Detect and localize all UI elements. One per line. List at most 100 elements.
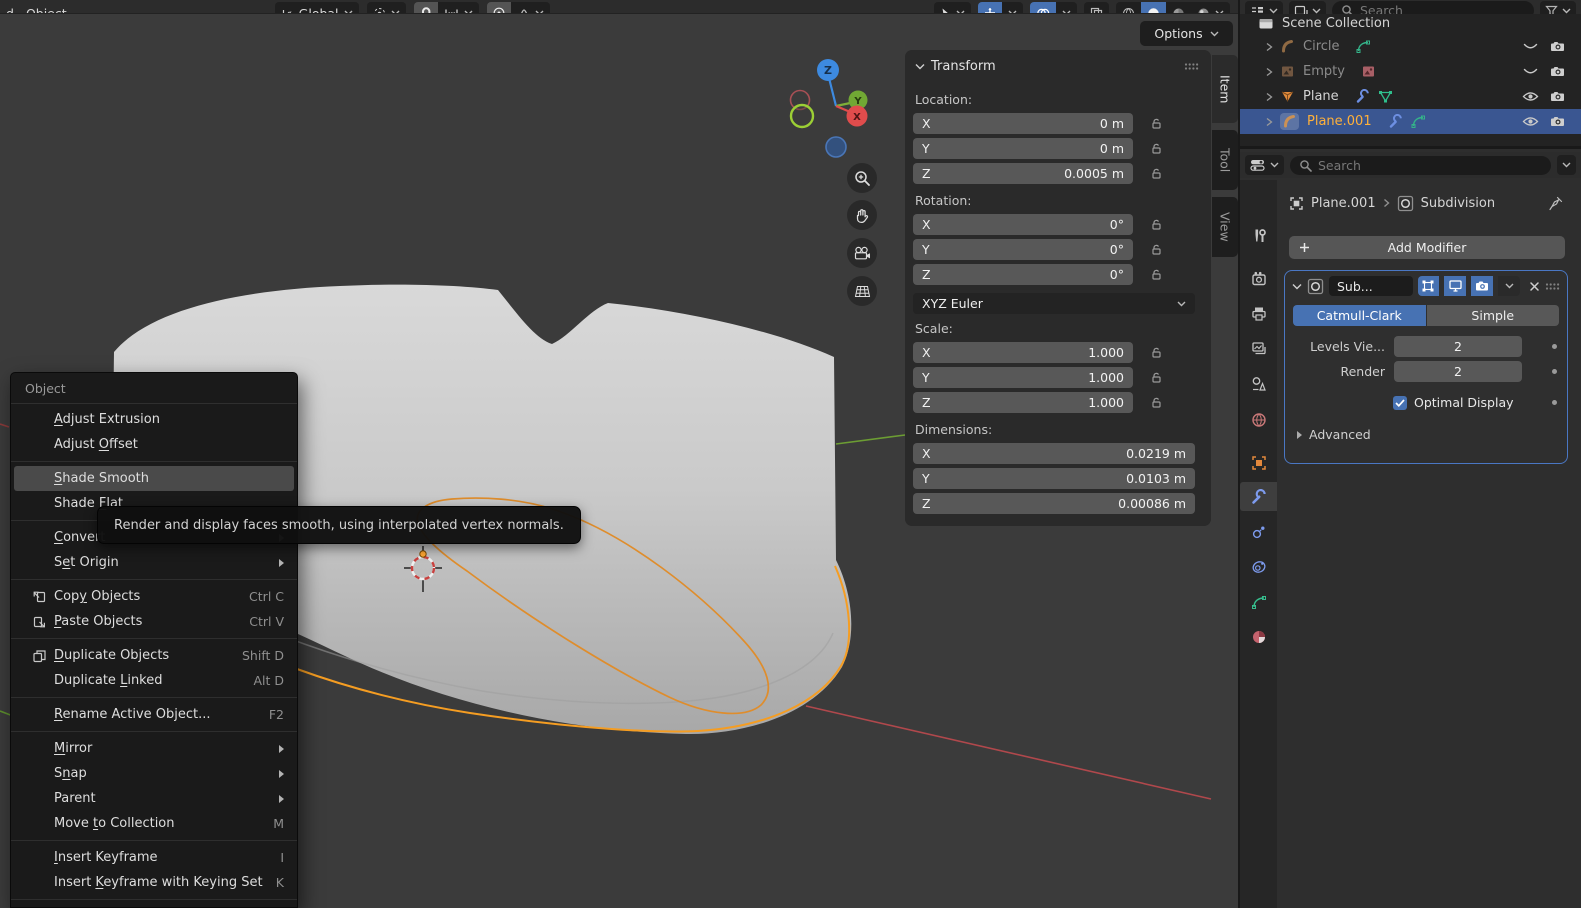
grp-scale-y-field[interactable]: Y1.000 (913, 367, 1133, 388)
falloff-dropdown[interactable] (511, 2, 550, 14)
properties-tab-scene[interactable] (1240, 369, 1277, 398)
menu-item-move-to-collection[interactable]: Move to CollectionM (14, 811, 294, 836)
eye-closed-icon[interactable] (1522, 41, 1539, 52)
sidebar-tab-tool[interactable]: Tool (1212, 130, 1238, 190)
eye-closed-icon[interactable] (1522, 66, 1539, 77)
animate-dot-icon[interactable] (1552, 400, 1557, 405)
grp-dimensions-z-field[interactable]: Z0.00086 m (913, 493, 1195, 514)
modifier-render-toggle[interactable] (1471, 276, 1493, 296)
camera-visibility-icon[interactable] (1550, 115, 1565, 128)
properties-tab-modifiers[interactable] (1240, 482, 1277, 511)
unlock-icon[interactable] (1150, 371, 1163, 384)
menu-item-paste-objects[interactable]: Paste ObjectsCtrl V (14, 609, 294, 634)
animate-dot-icon[interactable] (1552, 369, 1557, 374)
transform-orientation-dropdown[interactable]: Global (275, 2, 359, 14)
grp-rotation-z-field[interactable]: Z0° (913, 264, 1133, 285)
gizmo-neg-y-ball[interactable] (791, 105, 813, 127)
sidebar-tab-view[interactable]: View (1212, 197, 1238, 257)
expand-icon[interactable] (1264, 42, 1274, 52)
camera-visibility-icon[interactable] (1550, 40, 1565, 53)
menu-item-set-origin[interactable]: Set Origin (14, 550, 294, 575)
camera-visibility-icon[interactable] (1550, 65, 1565, 78)
show-gizmo-toggle[interactable] (978, 2, 1002, 14)
breadcrumb-object[interactable]: Plane.001 (1311, 196, 1376, 211)
animate-dot-icon[interactable] (1552, 344, 1557, 349)
navigation-gizmo[interactable]: Z Y X (778, 44, 898, 164)
menu-item-duplicate-linked[interactable]: Duplicate LinkedAlt D (14, 668, 294, 693)
grp-location-x-field[interactable]: X0 m (913, 113, 1133, 134)
properties-tab-tool[interactable] (1240, 221, 1277, 250)
properties-tab-material[interactable] (1240, 622, 1277, 651)
menu-item-rename-active-object[interactable]: Rename Active Object...F2 (14, 702, 294, 727)
panel-grip-icon[interactable] (1184, 62, 1199, 71)
menu-item-snap[interactable]: Snap (14, 761, 294, 786)
outliner-item-plane-001[interactable]: Plane.001 (1240, 109, 1581, 134)
catmull-clark-button[interactable]: Catmull-Clark (1293, 305, 1426, 326)
menu-item-mirror[interactable]: Mirror (14, 736, 294, 761)
modifier-realtime-toggle[interactable] (1444, 276, 1466, 296)
expand-icon[interactable] (1264, 67, 1274, 77)
unlock-icon[interactable] (1150, 218, 1163, 231)
unlock-icon[interactable] (1150, 117, 1163, 130)
render-levels-field[interactable]: 2 (1394, 361, 1522, 382)
show-overlays-toggle[interactable] (1030, 2, 1056, 14)
outliner-item-empty[interactable]: Empty (1240, 59, 1581, 84)
sidebar-tab-item[interactable]: Item (1212, 55, 1238, 123)
zoom-button[interactable] (847, 163, 877, 193)
properties-tab-viewlayer[interactable] (1240, 334, 1277, 363)
camera-visibility-icon[interactable] (1550, 90, 1565, 103)
properties-tab-data[interactable] (1240, 587, 1277, 616)
grp-dimensions-y-field[interactable]: Y0.0103 m (913, 468, 1195, 489)
expand-icon[interactable] (1264, 92, 1274, 102)
shading-solid-button[interactable] (1141, 2, 1166, 14)
pin-icon[interactable] (1549, 196, 1563, 211)
grp-scale-z-field[interactable]: Z1.000 (913, 392, 1133, 413)
transform-panel-header[interactable]: Transform (915, 59, 996, 74)
unlock-icon[interactable] (1150, 268, 1163, 281)
unlock-icon[interactable] (1150, 142, 1163, 155)
pan-button[interactable] (847, 200, 877, 230)
rotation-mode-dropdown[interactable]: XYZ Euler (913, 293, 1195, 314)
breadcrumb-modifier[interactable]: Subdivision (1421, 196, 1496, 211)
shading-wireframe-button[interactable] (1116, 2, 1141, 14)
gizmo-neg-z-ball[interactable] (826, 137, 846, 157)
properties-tab-output[interactable] (1240, 299, 1277, 328)
add-modifier-button[interactable]: Add Modifier (1289, 236, 1565, 259)
properties-tab-world[interactable] (1240, 405, 1277, 434)
close-icon[interactable] (1529, 281, 1540, 292)
snap-toggle[interactable] (414, 2, 438, 14)
grp-location-y-field[interactable]: Y0 m (913, 138, 1133, 159)
panel-collapse-icon[interactable] (1292, 283, 1302, 290)
expand-icon[interactable] (1264, 117, 1274, 127)
optimal-display-checkbox[interactable] (1393, 396, 1407, 410)
ortho-toggle-button[interactable] (847, 276, 877, 306)
levels-viewport-field[interactable]: 2 (1394, 336, 1522, 357)
grp-scale-x-field[interactable]: X1.000 (913, 342, 1133, 363)
modifier-name-field[interactable]: Sub... (1329, 276, 1413, 296)
properties-tab-object[interactable] (1240, 448, 1277, 477)
snap-settings-dropdown[interactable] (438, 2, 479, 14)
shading-material-button[interactable] (1166, 2, 1191, 14)
outliner-item-circle[interactable]: Circle (1240, 34, 1581, 59)
grp-rotation-y-field[interactable]: Y0° (913, 239, 1133, 260)
eye-open-icon[interactable] (1522, 116, 1539, 127)
menu-item-duplicate-objects[interactable]: Duplicate ObjectsShift D (14, 643, 294, 668)
scene-collection-row[interactable]: Scene Collection (1240, 12, 1581, 34)
menu-item-insert-keyframe-with-keying-set[interactable]: Insert Keyframe with Keying SetK (14, 870, 294, 895)
unlock-icon[interactable] (1150, 243, 1163, 256)
unlock-icon[interactable] (1150, 167, 1163, 180)
properties-tab-render[interactable] (1240, 264, 1277, 293)
menu-item-adjust-extrusion[interactable]: Adjust Extrusion (14, 407, 294, 432)
properties-tab-physics[interactable] (1240, 552, 1277, 581)
shading-rendered-button[interactable] (1191, 2, 1230, 14)
options-dropdown[interactable]: Options (1140, 21, 1233, 46)
gizmo-z-ball[interactable]: Z (817, 59, 839, 81)
properties-search-input[interactable] (1318, 158, 1542, 173)
grp-location-z-field[interactable]: Z0.0005 m (913, 163, 1133, 184)
pivot-point-dropdown[interactable] (367, 2, 406, 14)
eye-open-icon[interactable] (1522, 91, 1539, 102)
mode-fragment[interactable]: d (2, 6, 18, 15)
editor-type-dropdown[interactable] (1245, 155, 1284, 175)
modifier-extras-dropdown[interactable] (1498, 276, 1520, 296)
unlock-icon[interactable] (1150, 396, 1163, 409)
